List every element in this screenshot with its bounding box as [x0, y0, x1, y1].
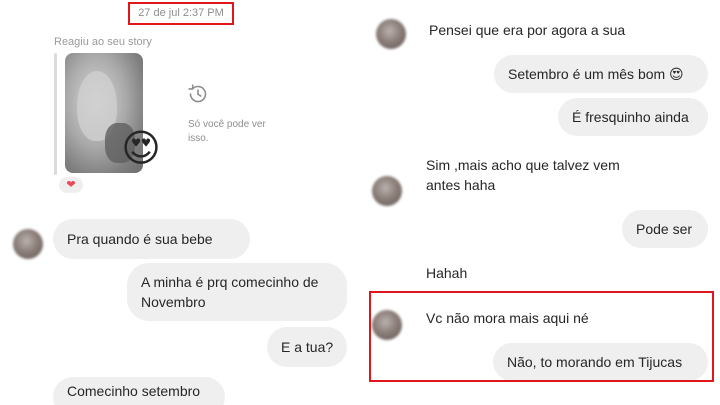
- message-text-received[interactable]: Pensei que era por agora a sua: [429, 20, 625, 40]
- message-bubble-sent[interactable]: Pode ser: [622, 210, 708, 248]
- message-text-received[interactable]: Sim ,mais acho que talvez vem antes haha: [426, 155, 620, 195]
- message-bubble-sent[interactable]: Setembro é um mês bom 😍: [494, 55, 708, 93]
- message-text-line1: Sim ,mais acho que talvez vem: [426, 157, 620, 173]
- message-text: Setembro é um mês bom 😍: [508, 66, 684, 82]
- message-text-line1: A minha é prq comecinho de: [141, 274, 319, 290]
- message-text: Pra quando é sua bebe: [67, 231, 213, 247]
- message-bubble-sent[interactable]: É fresquinho ainda: [558, 98, 708, 136]
- story-unavailable-text: Só você pode ver isso.: [188, 119, 266, 144]
- message-text: Comecinho setembro: [67, 383, 201, 399]
- avatar[interactable]: [372, 176, 402, 206]
- message-text-line2: antes haha: [426, 177, 496, 193]
- message-bubble-received[interactable]: Comecinho setembro: [53, 377, 225, 405]
- story-reply-bar: [54, 53, 57, 175]
- message-text: E a tua?: [281, 339, 334, 355]
- message-bubble-sent[interactable]: A minha é prq comecinho de Novembro: [127, 263, 347, 321]
- highlight-annotation: [369, 291, 714, 382]
- heart-eyes-emoji: 😍: [121, 128, 161, 170]
- story-reply-label: Reagiu ao seu story: [54, 36, 152, 48]
- message-text: Pode ser: [636, 221, 693, 237]
- history-icon: [188, 84, 207, 103]
- message-bubble-sent[interactable]: E a tua?: [267, 327, 347, 367]
- heart-icon[interactable]: ❤: [58, 176, 84, 194]
- avatar[interactable]: [13, 229, 43, 259]
- message-text-received[interactable]: Hahah: [426, 263, 467, 283]
- message-text: É fresquinho ainda: [572, 109, 689, 125]
- message-text-line2: Novembro: [141, 294, 206, 310]
- message-bubble-received[interactable]: Pra quando é sua bebe: [53, 219, 250, 259]
- avatar[interactable]: [376, 19, 406, 49]
- left-chat-panel: 27 de jul 2:37 PM Reagiu ao seu story 😍 …: [0, 0, 360, 405]
- message-timestamp: 27 de jul 2:37 PM: [128, 2, 234, 25]
